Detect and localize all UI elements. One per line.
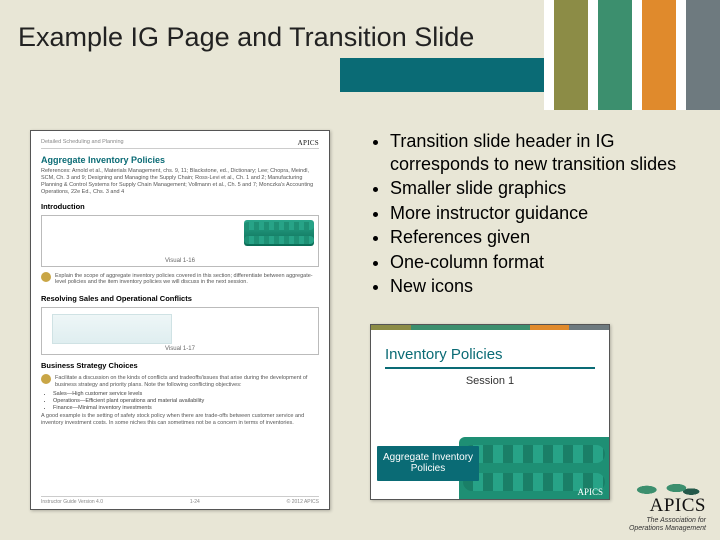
trans-heading: Inventory Policies (385, 346, 595, 369)
ig-visual-1-label: Visual 1-16 (42, 258, 318, 264)
ig-visual-1: Visual 1-16 (41, 215, 319, 267)
bullet-item: One-column format (390, 251, 700, 274)
stripe-gray (569, 325, 609, 330)
ig-visual-2-label: Visual 1-17 (42, 346, 318, 352)
stripe-orange (530, 325, 570, 330)
stripe-olive (371, 325, 411, 330)
bullet-item: Smaller slide graphics (390, 177, 700, 200)
ig-facilitate-text: Facilitate a discussion on the kinds of … (41, 375, 319, 389)
logo-tagline-2: Operations Management (629, 525, 706, 532)
apics-logo-small: APICS (298, 139, 319, 147)
bullet-item: References given (390, 226, 700, 249)
ig-intro-label: Introduction (41, 202, 319, 211)
trans-session: Session 1 (371, 375, 609, 387)
header-color-bars (544, 0, 720, 110)
ig-choice-item: Finance—Minimal inventory investments (53, 405, 319, 411)
chart-graphic (52, 314, 172, 344)
trans-lower: Aggregate Inventory Policies APICS (371, 429, 609, 499)
bar-white (632, 0, 642, 110)
bar-gray (686, 0, 720, 110)
bullet-item: Transition slide header in IG correspond… (390, 130, 700, 175)
bullet-list: Transition slide header in IG correspond… (370, 130, 700, 300)
ig-explain-row: Explain the scope of aggregate inventory… (41, 271, 319, 289)
bar-white (676, 0, 686, 110)
bar-olive (554, 0, 588, 110)
apics-logo-small: APICS (577, 487, 603, 497)
ig-section-title: Aggregate Inventory Policies (41, 155, 319, 165)
ig-facilitate-row: Facilitate a discussion on the kinds of … (41, 373, 319, 391)
barrels-graphic (244, 220, 314, 246)
ig-choice-list: Sales—High customer service levels Opera… (41, 391, 319, 411)
bar-white (588, 0, 598, 110)
ig-subhead-1: Resolving Sales and Operational Conflict… (41, 294, 319, 303)
bar-green (598, 0, 632, 110)
ig-footer-right: © 2012 APICS (287, 499, 319, 505)
trans-label-box: Aggregate Inventory Policies (377, 446, 479, 481)
trans-topstripe (371, 325, 609, 330)
content-area: Detailed Scheduling and Planning APICS A… (30, 130, 700, 520)
ig-choice-item: Sales—High customer service levels (53, 391, 319, 397)
discussion-icon (41, 272, 51, 282)
corporate-logo: APICS The Association for Operations Man… (629, 479, 706, 532)
ig-visual-2: Visual 1-17 (41, 307, 319, 355)
right-column: Transition slide header in IG correspond… (370, 130, 700, 520)
bar-white (544, 0, 554, 110)
ig-course-text: Detailed Scheduling and Planning (41, 139, 124, 145)
bullet-item: More instructor guidance (390, 202, 700, 225)
bar-orange (642, 0, 676, 110)
transition-slide-thumbnail: Inventory Policies Session 1 Aggregate I… (370, 324, 610, 500)
ig-subhead-2: Business Strategy Choices (41, 361, 319, 370)
stripe-green (411, 325, 530, 330)
ig-footer: Instructor Guide Version 4.0 1-24 © 2012… (41, 496, 319, 505)
logo-name: APICS (629, 495, 706, 517)
ig-course-line: Detailed Scheduling and Planning APICS (41, 139, 319, 149)
ig-explain-text: Explain the scope of aggregate inventory… (41, 273, 319, 287)
logo-tagline-1: The Association for (629, 517, 706, 524)
ig-footer-left: Instructor Guide Version 4.0 (41, 499, 103, 505)
ig-references: References: Arnold et al., Materials Man… (41, 168, 319, 196)
ig-page-thumbnail: Detailed Scheduling and Planning APICS A… (30, 130, 330, 510)
bullet-item: New icons (390, 275, 700, 298)
ig-closing-text: A good example is the setting of safety … (41, 413, 319, 427)
ig-footer-mid: 1-24 (190, 499, 200, 505)
left-column: Detailed Scheduling and Planning APICS A… (30, 130, 350, 520)
ig-choice-item: Operations—Efficient plant operations an… (53, 398, 319, 404)
